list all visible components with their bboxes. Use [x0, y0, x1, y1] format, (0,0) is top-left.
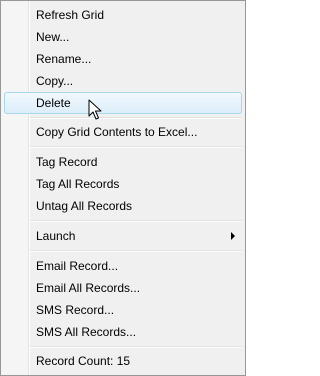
menu-item-label: Rename... — [36, 52, 92, 66]
menu-separator — [30, 117, 242, 119]
context-menu: Refresh Grid New... Rename... Copy... De… — [0, 0, 246, 376]
menu-item-rename[interactable]: Rename... — [4, 48, 242, 70]
menu-item-new[interactable]: New... — [4, 26, 242, 48]
record-count-label: Record Count: 15 — [36, 354, 131, 368]
menu-item-refresh-grid[interactable]: Refresh Grid — [4, 4, 242, 26]
menu-separator — [30, 250, 242, 252]
menu-item-label: Copy Grid Contents to Excel... — [36, 125, 198, 139]
menu-item-label: Tag Record — [36, 155, 98, 169]
menu-item-label: Copy... — [36, 74, 74, 88]
menu-item-label: SMS All Records... — [36, 325, 137, 339]
menu-item-copy-grid-contents[interactable]: Copy Grid Contents to Excel... — [4, 121, 242, 143]
menu-item-label: Launch — [36, 229, 76, 243]
menu-separator — [30, 346, 242, 348]
menu-item-label: Tag All Records — [36, 177, 120, 191]
menu-item-untag-all-records[interactable]: Untag All Records — [4, 195, 242, 217]
menu-item-email-all-records[interactable]: Email All Records... — [4, 277, 242, 299]
menu-separator — [30, 146, 242, 148]
menu-item-label: Refresh Grid — [36, 8, 105, 22]
menu-item-label: New... — [36, 30, 70, 44]
menu-item-sms-record[interactable]: SMS Record... — [4, 299, 242, 321]
menu-item-label: Untag All Records — [36, 199, 133, 213]
menu-item-tag-record[interactable]: Tag Record — [4, 151, 242, 173]
menu-item-tag-all-records[interactable]: Tag All Records — [4, 173, 242, 195]
menu-item-label: Email All Records... — [36, 281, 141, 295]
menu-item-launch[interactable]: Launch — [4, 225, 242, 247]
mouse-pointer-icon — [88, 99, 102, 120]
menu-item-label: Delete — [36, 96, 71, 110]
menu-item-delete[interactable]: Delete — [4, 92, 242, 114]
menu-item-sms-all-records[interactable]: SMS All Records... — [4, 321, 242, 343]
menu-item-record-count: Record Count: 15 — [4, 350, 242, 372]
chevron-right-icon — [231, 232, 235, 240]
menu-item-email-record[interactable]: Email Record... — [4, 255, 242, 277]
menu-separator — [30, 220, 242, 222]
menu-item-copy[interactable]: Copy... — [4, 70, 242, 92]
menu-item-label: SMS Record... — [36, 303, 115, 317]
menu-item-label: Email Record... — [36, 259, 119, 273]
